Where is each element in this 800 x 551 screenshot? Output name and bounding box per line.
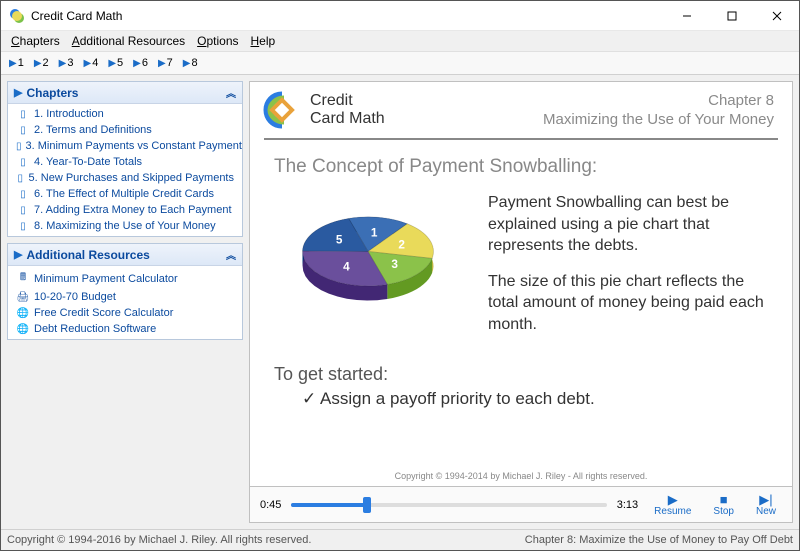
subheading: To get started: [274,364,768,385]
toolbar: ▶1▶2▶3▶4▶5▶6▶7▶8 [1,51,799,75]
menu-resources[interactable]: Additional Resources [66,32,191,50]
stop-button[interactable]: ■Stop [707,493,740,517]
slide-heading: The Concept of Payment Snowballing: [274,156,768,178]
chapters-title: Chapters [26,86,78,100]
resume-button[interactable]: ▶Resume [648,493,697,517]
resources-panel-header[interactable]: ▶ Additional Resources ︽ [8,244,242,266]
progress-slider[interactable] [291,503,606,507]
sidebar: ▶ Chapters ︽ ▯1. Introduction▯2. Terms a… [1,75,249,529]
bullet-item: ✓ Assign a payoff priority to each debt. [274,389,768,409]
toolbar-chapter-3[interactable]: ▶3 [55,55,78,71]
page-icon: ▯ [16,109,30,120]
page-icon: ▯ [16,189,30,200]
maximize-button[interactable] [709,1,754,30]
sidebar-resource-item[interactable]: 🖩Minimum Payment Calculator [8,268,242,289]
sidebar-chapter-item[interactable]: ▯2. Terms and Definitions [8,122,242,138]
brand-logo-icon [262,90,302,130]
resource-icon: 🌐 [16,324,30,335]
brand-line2: Card Math [310,110,385,128]
page-icon: ▯ [16,141,22,152]
pie-chart: 1 23 45 [274,192,464,322]
play-icon: ▶ [9,58,17,69]
sidebar-resource-item[interactable]: 🌐Debt Reduction Software [8,321,242,337]
chapter-label: Chapter 8 [543,91,774,111]
svg-text:3: 3 [391,257,398,271]
play-icon: ▶ [133,58,141,69]
play-icon: ▶ [183,58,191,69]
resource-icon: 🌐 [16,308,30,319]
content-pane: Credit Card Math Chapter 8 Maximizing th… [249,81,793,523]
page-icon: ▯ [16,125,30,136]
resources-panel: ▶ Additional Resources ︽ 🖩Minimum Paymen… [7,243,243,340]
sidebar-chapter-item[interactable]: ▯8. Maximizing the Use of Your Money [8,218,242,234]
toolbar-chapter-8[interactable]: ▶8 [179,55,202,71]
toolbar-chapter-5[interactable]: ▶5 [104,55,127,71]
menubar: Chapters Additional Resources Options He… [1,31,799,51]
page-icon: ▯ [16,157,30,168]
collapse-icon: ︽ [226,85,236,100]
status-left: Copyright © 1994-2016 by Michael J. Rile… [7,534,311,546]
sidebar-chapter-item[interactable]: ▯6. The Effect of Multiple Credit Cards [8,186,242,202]
menu-help[interactable]: Help [245,32,282,50]
svg-text:5: 5 [336,233,343,247]
resource-icon: 🖨 [16,292,30,303]
time-total: 3:13 [617,499,638,511]
page-icon: ▯ [16,221,30,232]
play-icon: ▶ [83,58,91,69]
skip-icon: ▶| [759,493,772,506]
paragraph-2: The size of this pie chart reflects the … [488,271,768,336]
sidebar-resource-item[interactable]: 🌐Free Credit Score Calculator [8,305,242,321]
menu-chapters[interactable]: Chapters [5,32,66,50]
toolbar-chapter-1[interactable]: ▶1 [5,55,28,71]
resources-title: Additional Resources [26,248,149,262]
play-icon: ▶ [108,58,116,69]
toolbar-chapter-7[interactable]: ▶7 [154,55,177,71]
divider [264,138,778,140]
close-button[interactable] [754,1,799,30]
titlebar: Credit Card Math [1,1,799,31]
chapter-heading: Chapter 8 Maximizing the Use of Your Mon… [543,91,774,130]
brand: Credit Card Math [262,90,385,130]
time-elapsed: 0:45 [260,499,281,511]
resource-icon: 🖩 [16,270,30,287]
new-button[interactable]: ▶|New [750,493,782,517]
menu-options[interactable]: Options [191,32,244,50]
page-icon: ▯ [16,205,30,216]
sidebar-chapter-item[interactable]: ▯3. Minimum Payments vs Constant Payment… [8,138,242,154]
play-icon: ▶ [59,58,67,69]
player-bar: 0:45 3:13 ▶Resume ■Stop ▶|New [250,486,792,522]
status-bar: Copyright © 1994-2016 by Michael J. Rile… [1,529,799,550]
toolbar-chapter-2[interactable]: ▶2 [30,55,53,71]
chapters-panel-header[interactable]: ▶ Chapters ︽ [8,82,242,104]
slide-copyright: Copyright © 1994-2014 by Michael J. Rile… [250,467,792,486]
chapters-panel: ▶ Chapters ︽ ▯1. Introduction▯2. Terms a… [7,81,243,237]
stop-icon: ■ [720,493,728,506]
status-right: Chapter 8: Maximize the Use of Money to … [525,534,793,546]
toolbar-chapter-4[interactable]: ▶4 [79,55,102,71]
page-icon: ▯ [16,173,25,184]
sidebar-chapter-item[interactable]: ▯1. Introduction [8,106,242,122]
play-icon: ▶ [158,58,166,69]
sidebar-chapter-item[interactable]: ▯4. Year-To-Date Totals [8,154,242,170]
sidebar-chapter-item[interactable]: ▯7. Adding Extra Money to Each Payment [8,202,242,218]
minimize-button[interactable] [664,1,709,30]
play-icon: ▶ [14,248,22,261]
slide-body: The Concept of Payment Snowballing: 1 23 4… [250,150,792,467]
collapse-icon: ︽ [226,247,236,262]
play-icon: ▶ [668,493,678,506]
play-icon: ▶ [14,86,22,99]
app-icon [9,8,25,24]
svg-text:1: 1 [371,225,378,239]
sidebar-chapter-item[interactable]: ▯5. New Purchases and Skipped Payments [8,170,242,186]
svg-text:4: 4 [343,259,350,273]
chapter-name: Maximizing the Use of Your Money [543,110,774,130]
toolbar-chapter-6[interactable]: ▶6 [129,55,152,71]
sidebar-resource-item[interactable]: 🖨10-20-70 Budget [8,289,242,305]
window-title: Credit Card Math [31,9,664,23]
play-icon: ▶ [34,58,42,69]
paragraph-1: Payment Snowballing can best be explaine… [488,192,768,257]
svg-text:2: 2 [398,237,405,251]
brand-line1: Credit [310,92,385,110]
